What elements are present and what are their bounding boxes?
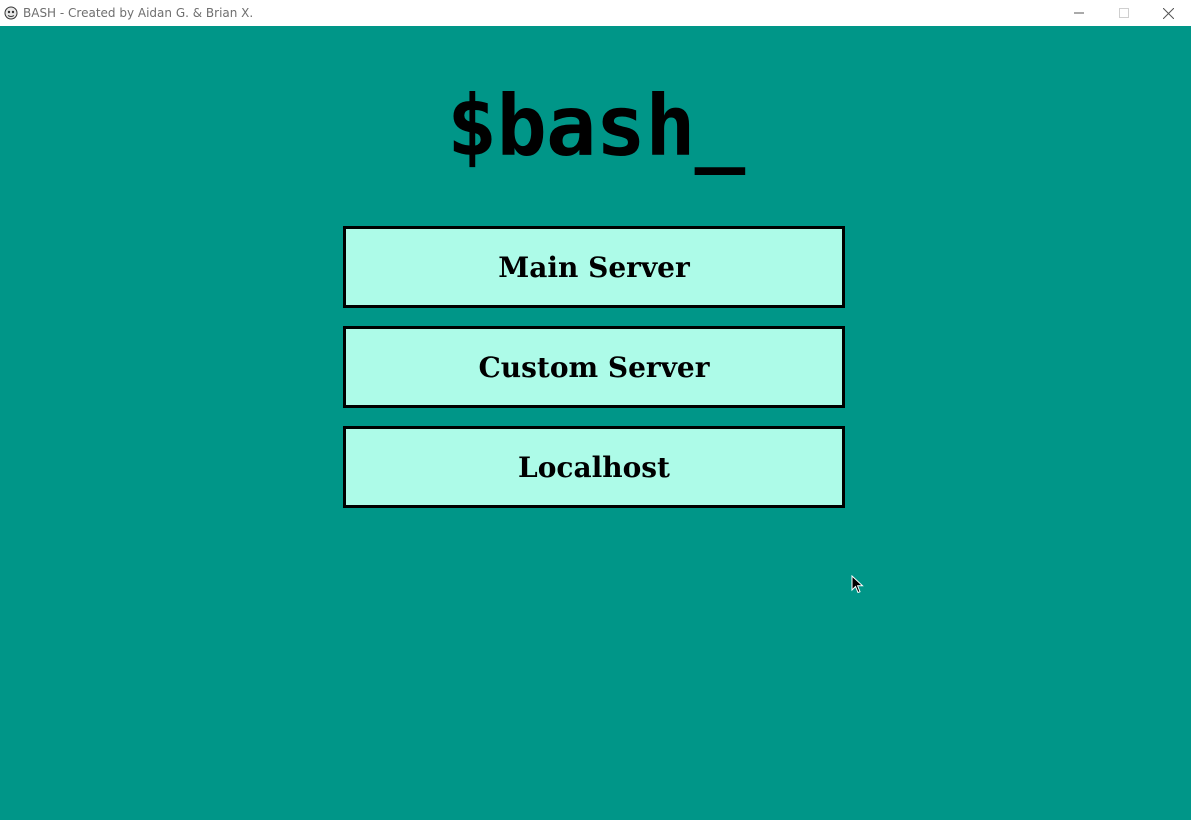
window-controls: [1056, 0, 1191, 26]
app-logo-title: $bash_: [446, 77, 745, 175]
custom-server-button[interactable]: Custom Server: [343, 326, 845, 408]
custom-server-label: Custom Server: [478, 350, 710, 384]
localhost-label: Localhost: [518, 450, 670, 484]
main-server-button[interactable]: Main Server: [343, 226, 845, 308]
main-server-label: Main Server: [498, 250, 690, 284]
localhost-button[interactable]: Localhost: [343, 426, 845, 508]
window-title: BASH - Created by Aidan G. & Brian X.: [23, 6, 254, 20]
maximize-button[interactable]: [1101, 0, 1146, 26]
minimize-icon: [1073, 12, 1084, 14]
close-icon: [1163, 7, 1174, 19]
title-bar: BASH - Created by Aidan G. & Brian X.: [0, 0, 1191, 26]
minimize-button[interactable]: [1056, 0, 1101, 26]
app-icon: [3, 5, 19, 21]
close-button[interactable]: [1146, 0, 1191, 26]
maximize-icon: [1118, 8, 1129, 18]
mouse-cursor-icon: [851, 575, 864, 594]
app-window: BASH - Created by Aidan G. & Brian X. $b…: [0, 0, 1191, 820]
